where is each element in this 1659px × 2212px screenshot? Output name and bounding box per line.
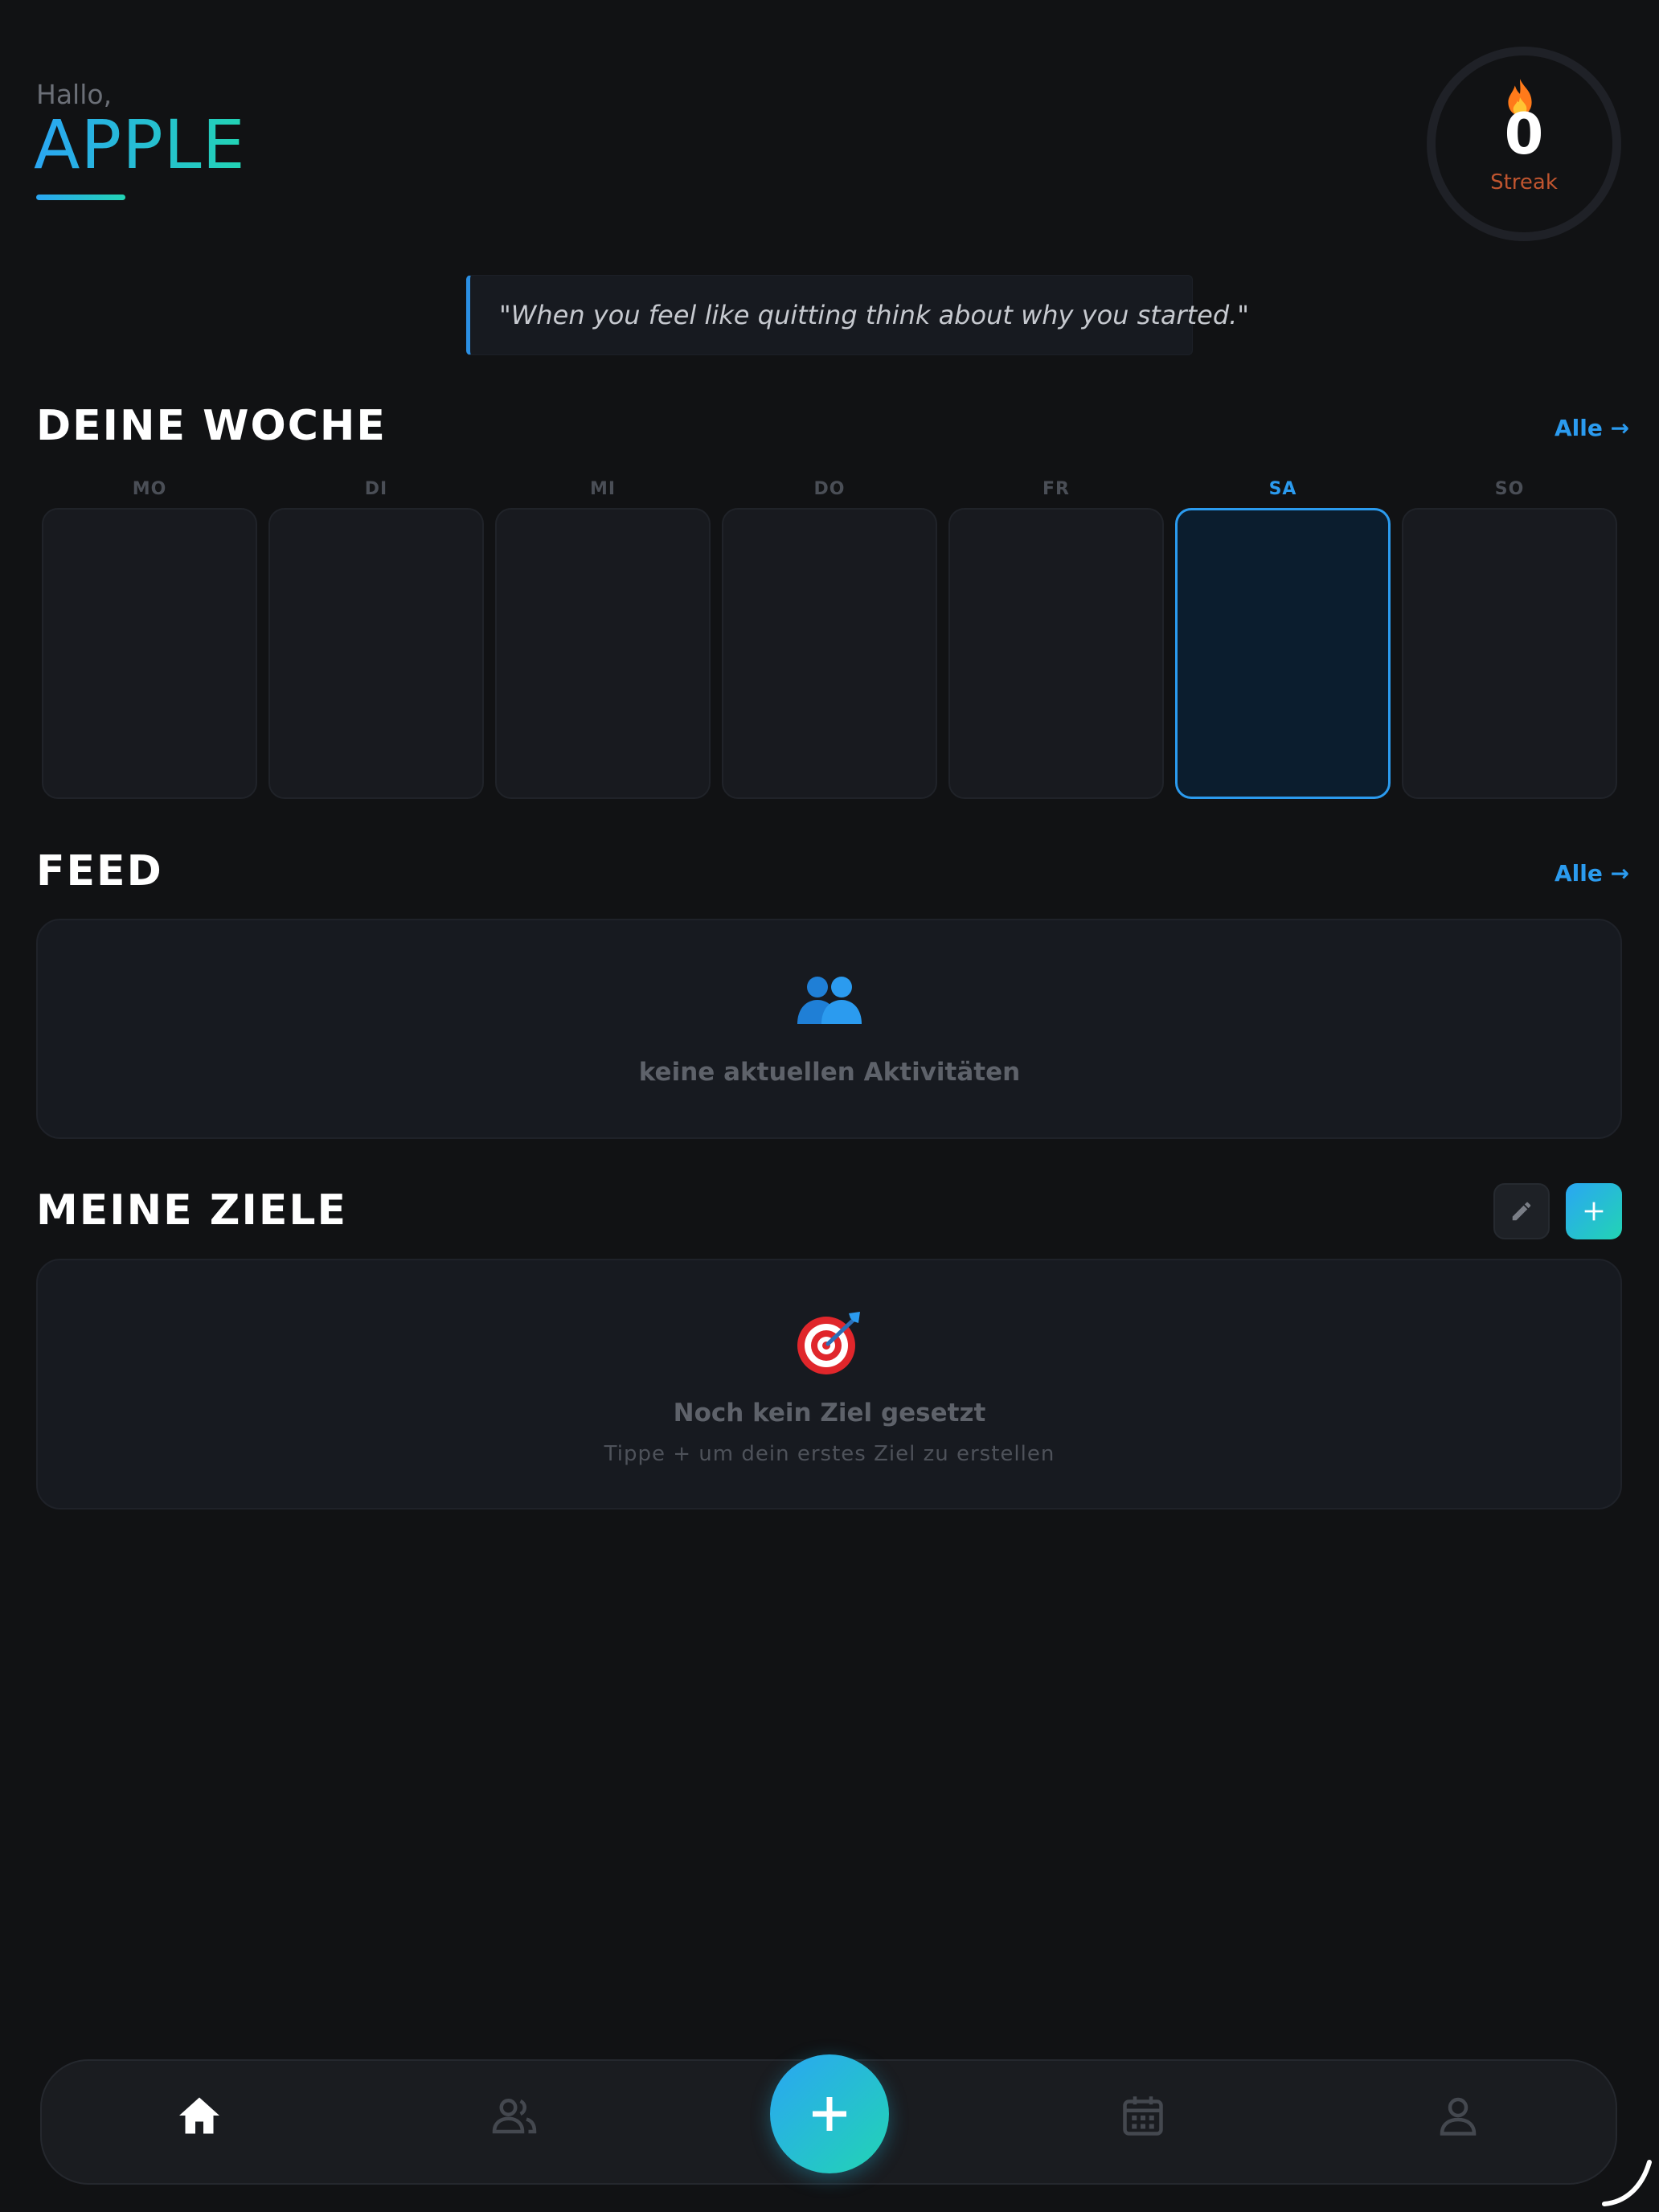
add-goal-button[interactable] xyxy=(1566,1183,1622,1239)
goals-title: MEINE ZIELE xyxy=(36,1186,347,1235)
plus-icon xyxy=(1584,1202,1604,1221)
day-card-mo[interactable] xyxy=(42,508,257,799)
day-card-sa[interactable] xyxy=(1175,508,1391,799)
day-label-di: DI xyxy=(364,479,388,499)
streak-label: Streak xyxy=(1490,170,1558,195)
add-activity-button[interactable] xyxy=(770,2054,889,2173)
day-card-do[interactable] xyxy=(722,508,937,799)
add-icon xyxy=(813,2097,846,2131)
day-card-mi[interactable] xyxy=(495,508,711,799)
target-icon xyxy=(797,1312,860,1374)
week-all-link[interactable]: Alle → xyxy=(1555,415,1629,441)
day-label-so: SO xyxy=(1494,479,1525,499)
goals-empty-subtitle: Tippe + um dein erstes Ziel zu erstellen xyxy=(604,1442,1055,1466)
week-title: DEINE WOCHE xyxy=(36,402,387,450)
day-label-mi: MI xyxy=(589,479,616,499)
streak-count: 0 xyxy=(1504,101,1544,167)
feed-empty-text: keine aktuellen Aktivitäten xyxy=(638,1058,1021,1087)
day-label-sa: SA xyxy=(1268,479,1297,499)
profile-icon[interactable] xyxy=(1434,2091,1482,2140)
pencil-icon xyxy=(1512,1202,1531,1221)
day-card-so[interactable] xyxy=(1402,508,1617,799)
day-label-mo: MO xyxy=(132,479,167,499)
feed-all-link[interactable]: Alle → xyxy=(1555,860,1629,887)
goals-card xyxy=(36,1259,1622,1509)
feed-title: FEED xyxy=(36,847,163,895)
edit-goals-button[interactable] xyxy=(1493,1183,1550,1239)
quote-text: "When you feel like quitting think about… xyxy=(499,300,1250,330)
user-name: APPLE xyxy=(34,105,246,184)
friends-icon[interactable] xyxy=(490,2091,539,2140)
home-icon[interactable] xyxy=(175,2091,223,2140)
resize-handle-icon[interactable] xyxy=(1600,2154,1656,2210)
motivational-quote: "When you feel like quitting think about… xyxy=(466,275,1249,355)
day-card-di[interactable] xyxy=(268,508,484,799)
day-label-fr: FR xyxy=(1043,479,1070,499)
people-icon xyxy=(797,977,862,1024)
day-card-fr[interactable] xyxy=(948,508,1164,799)
day-label-do: DO xyxy=(813,479,846,499)
name-underline xyxy=(36,195,125,200)
feed-card xyxy=(36,919,1622,1139)
goals-empty-title: Noch kein Ziel gesetzt xyxy=(673,1399,986,1428)
calendar-icon[interactable] xyxy=(1119,2091,1167,2140)
